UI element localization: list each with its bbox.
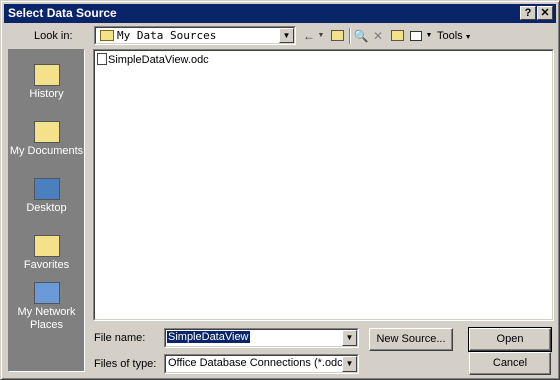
favorites-icon — [33, 235, 60, 257]
odc-file-icon — [97, 53, 107, 65]
back-icon[interactable]: ← — [303, 28, 315, 44]
place-label: Desktop — [26, 202, 67, 214]
chevron-down-icon[interactable]: ▼ — [342, 356, 357, 372]
toolbar-divider — [349, 28, 350, 44]
dialog-title: Select Data Source — [8, 6, 117, 20]
select-data-source-dialog: Select Data Source ? ✕ Look in: My Data … — [0, 0, 560, 380]
chevron-down-icon[interactable]: ▼ — [342, 330, 357, 346]
places-bar: History My Documents Desktop Favorites M… — [8, 49, 85, 372]
desktop-icon — [33, 178, 60, 200]
place-my-documents[interactable]: My Documents — [9, 121, 84, 157]
filename-field[interactable]: SimpleDataView ▼ — [164, 328, 359, 348]
filetype-select[interactable]: Office Database Connections (*.odc) ▼ — [164, 354, 359, 374]
my-documents-icon — [33, 121, 60, 143]
network-places-icon — [33, 282, 60, 304]
title-bar: Select Data Source ? ✕ — [4, 4, 556, 23]
place-favorites[interactable]: Favorites — [9, 235, 84, 271]
place-label: History — [29, 88, 64, 100]
place-label: Favorites — [23, 259, 70, 271]
file-name: SimpleDataView.odc — [108, 54, 209, 66]
filename-value: SimpleDataView — [167, 331, 250, 343]
place-label: My Network Places — [17, 306, 76, 331]
list-item[interactable]: SimpleDataView.odc — [97, 53, 209, 66]
chevron-down-icon[interactable]: ▼ — [279, 28, 294, 43]
cancel-button[interactable]: Cancel — [469, 352, 551, 375]
filetype-label: Files of type: — [94, 358, 157, 370]
views-icon[interactable] — [408, 28, 424, 44]
back-dropdown-icon[interactable]: ▼ — [317, 28, 325, 44]
history-icon — [33, 64, 60, 86]
file-list[interactable]: SimpleDataView.odc — [93, 49, 554, 321]
delete-icon[interactable]: ✕ — [371, 28, 385, 44]
lookin-value: My Data Sources — [117, 29, 217, 42]
open-button[interactable]: Open — [468, 327, 552, 352]
close-button[interactable]: ✕ — [537, 6, 553, 20]
place-my-network-places[interactable]: My Network Places — [9, 282, 84, 332]
filetype-value: Office Database Connections (*.odc) — [168, 357, 347, 369]
place-desktop[interactable]: Desktop — [9, 178, 84, 214]
up-folder-icon[interactable] — [329, 28, 345, 44]
search-web-icon[interactable]: 🔍 — [353, 28, 369, 44]
lookin-label: Look in: — [34, 30, 73, 42]
filename-label: File name: — [94, 332, 146, 344]
help-button[interactable]: ? — [520, 6, 536, 20]
new-source-button[interactable]: New Source... — [369, 328, 453, 351]
views-dropdown-icon[interactable]: ▼ — [425, 28, 433, 44]
place-history[interactable]: History — [9, 64, 84, 100]
folder-icon — [100, 30, 114, 41]
new-folder-icon[interactable] — [389, 28, 405, 44]
tools-menu[interactable]: Tools ▼ — [437, 28, 473, 44]
place-label: My Documents — [9, 145, 84, 157]
lookin-dropdown[interactable]: My Data Sources ▼ — [94, 26, 296, 45]
